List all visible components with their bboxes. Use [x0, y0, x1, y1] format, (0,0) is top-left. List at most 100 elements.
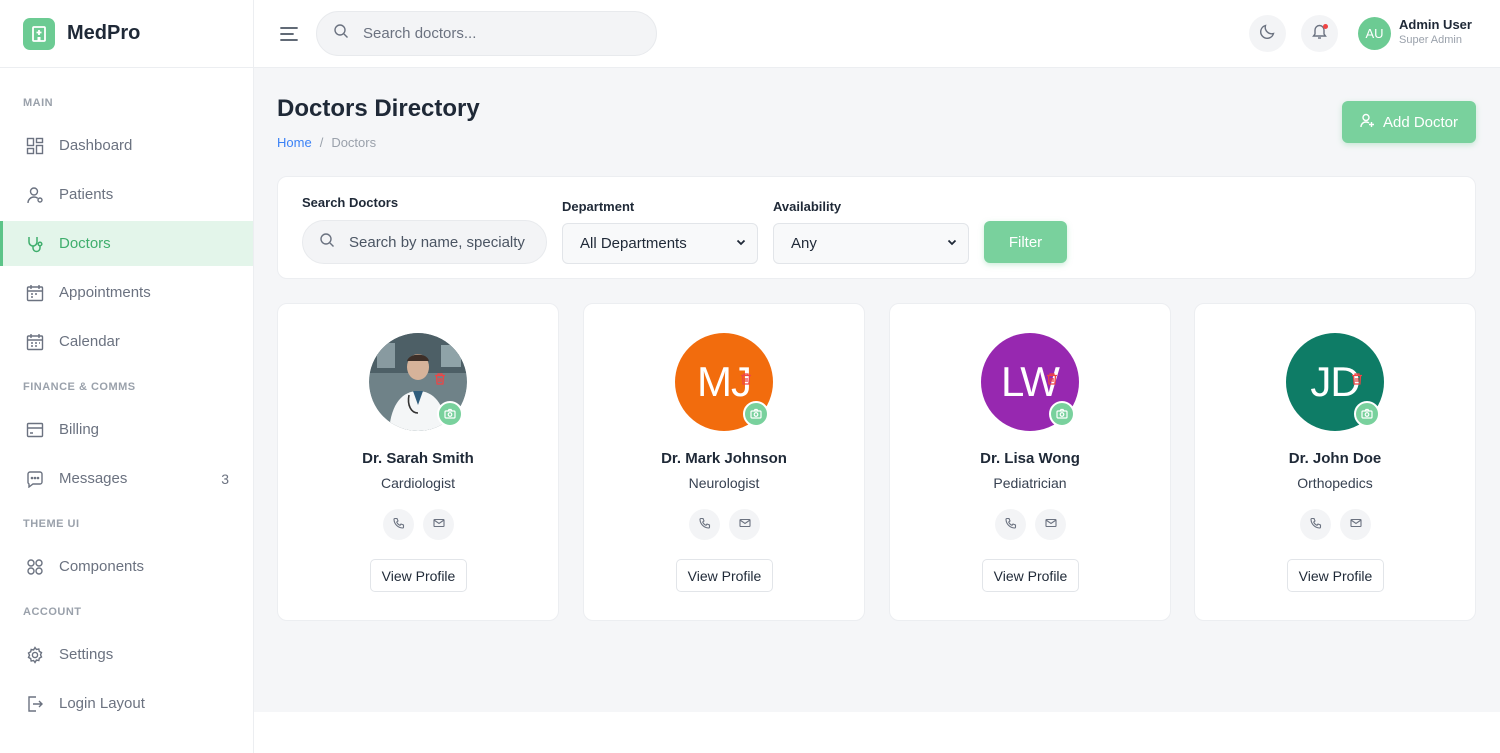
components-icon	[26, 558, 44, 576]
camera-icon[interactable]	[1354, 401, 1380, 427]
header-search-input[interactable]	[363, 25, 623, 42]
calendar-icon	[26, 333, 44, 351]
logout-icon	[26, 695, 44, 713]
email-button[interactable]	[423, 509, 454, 540]
doctor-name: Dr. Lisa Wong	[980, 450, 1080, 467]
doctor-avatar: LW	[981, 333, 1079, 431]
view-profile-button[interactable]: View Profile	[982, 559, 1079, 592]
breadcrumb-separator: /	[319, 135, 324, 150]
menu-toggle-icon[interactable]	[278, 23, 300, 45]
view-profile-button[interactable]: View Profile	[1287, 559, 1384, 592]
phone-icon	[392, 516, 405, 534]
avatar[interactable]: AU	[1358, 17, 1391, 50]
sidebar-item-billing[interactable]: Billing	[0, 407, 253, 452]
sidebar-item-components[interactable]: Components	[0, 544, 253, 589]
top-header: AU Admin User Super Admin	[254, 0, 1500, 68]
sidebar-item-calendar[interactable]: Calendar	[0, 319, 253, 364]
user-name: Admin User	[1399, 17, 1472, 32]
sidebar-item-messages[interactable]: Messages 3	[0, 456, 253, 501]
camera-icon[interactable]	[743, 401, 769, 427]
doctor-name: Dr. Sarah Smith	[362, 450, 474, 467]
availability-select[interactable]: Any	[773, 223, 969, 264]
doctor-avatar: JD	[1286, 333, 1384, 431]
brand[interactable]: MedPro	[0, 0, 253, 68]
sidebar-item-settings[interactable]: Settings	[0, 632, 253, 677]
filter-button[interactable]: Filter	[984, 221, 1067, 263]
view-profile-button[interactable]: View Profile	[370, 559, 467, 592]
doctor-search-field[interactable]	[302, 220, 547, 264]
email-button[interactable]	[729, 509, 760, 540]
messages-count-badge: 3	[221, 470, 229, 487]
sidebar-item-doctors[interactable]: Doctors	[0, 221, 253, 266]
availability-select-value: Any	[791, 235, 817, 252]
phone-icon	[1004, 516, 1017, 534]
sidebar-item-label: Messages	[59, 470, 128, 487]
moon-icon	[1259, 23, 1276, 45]
availability-label: Availability	[773, 199, 842, 214]
nav-section-account: ACCOUNT	[23, 606, 82, 618]
department-select[interactable]: All Departments	[562, 223, 758, 264]
nav-section-finance: FINANCE & COMMS	[23, 381, 136, 393]
mail-icon	[432, 516, 445, 534]
department-select-value: All Departments	[580, 235, 687, 252]
sidebar-item-label: Doctors	[59, 235, 111, 252]
call-button[interactable]	[383, 509, 414, 540]
doctor-name: Dr. Mark Johnson	[661, 450, 787, 467]
call-button[interactable]	[689, 509, 720, 540]
page-title: Doctors Directory	[277, 95, 480, 122]
filter-card: Search Doctors Department All Department…	[277, 176, 1476, 279]
breadcrumb-current: Doctors	[331, 135, 377, 150]
department-label: Department	[562, 199, 635, 214]
chevron-down-icon	[946, 235, 958, 252]
doctor-card: LW Dr. Lisa Wong Pediatrician View Profi…	[889, 303, 1171, 621]
camera-icon[interactable]	[1049, 401, 1075, 427]
sidebar-item-label: Patients	[59, 186, 114, 203]
delete-photo-icon[interactable]	[1045, 348, 1059, 385]
mail-icon	[1044, 516, 1057, 534]
add-user-icon	[1360, 113, 1375, 132]
user-icon	[26, 186, 44, 204]
sidebar-item-label: Billing	[59, 421, 100, 438]
user-role: Super Admin	[1399, 34, 1462, 46]
breadcrumb: Home / Doctors	[277, 135, 376, 150]
sidebar-item-dashboard[interactable]: Dashboard	[0, 123, 253, 168]
sidebar-item-label: Appointments	[59, 284, 151, 301]
search-icon	[333, 23, 349, 44]
sidebar: MedPro MAIN Dashboard Patients Doctors A…	[0, 0, 254, 753]
phone-icon	[698, 516, 711, 534]
stethoscope-icon	[26, 235, 44, 253]
delete-photo-icon[interactable]	[1350, 348, 1364, 385]
footer	[254, 712, 1500, 753]
add-doctor-button[interactable]: Add Doctor	[1342, 101, 1476, 143]
notification-dot	[1323, 24, 1328, 29]
doctor-card: JD Dr. John Doe Orthopedics View Profile	[1194, 303, 1476, 621]
sidebar-item-login-layout[interactable]: Login Layout	[0, 681, 253, 726]
theme-toggle-button[interactable]	[1249, 15, 1286, 52]
card-icon	[26, 421, 44, 439]
sidebar-item-label: Calendar	[59, 333, 120, 350]
sidebar-item-patients[interactable]: Patients	[0, 172, 253, 217]
grid-icon	[26, 137, 44, 155]
gear-icon	[26, 645, 44, 664]
sidebar-item-appointments[interactable]: Appointments	[0, 270, 253, 315]
delete-photo-icon[interactable]	[739, 348, 753, 385]
hospital-logo-icon	[23, 17, 55, 50]
sidebar-item-label: Login Layout	[59, 695, 145, 712]
doctor-avatar: MJ	[675, 333, 773, 431]
breadcrumb-home[interactable]: Home	[277, 135, 312, 150]
doctor-name: Dr. John Doe	[1288, 450, 1382, 467]
header-search[interactable]	[316, 11, 657, 56]
email-button[interactable]	[1035, 509, 1066, 540]
notifications-button[interactable]	[1301, 15, 1338, 52]
email-button[interactable]	[1340, 509, 1371, 540]
view-profile-button[interactable]: View Profile	[676, 559, 773, 592]
doctor-search-input[interactable]	[349, 233, 539, 251]
nav-section-theme: THEME UI	[23, 518, 80, 530]
mail-icon	[738, 516, 751, 534]
delete-photo-icon[interactable]	[433, 348, 447, 385]
camera-icon[interactable]	[437, 401, 463, 427]
sidebar-item-label: Dashboard	[59, 137, 133, 154]
call-button[interactable]	[995, 509, 1026, 540]
call-button[interactable]	[1300, 509, 1331, 540]
calendar-icon	[26, 284, 44, 302]
